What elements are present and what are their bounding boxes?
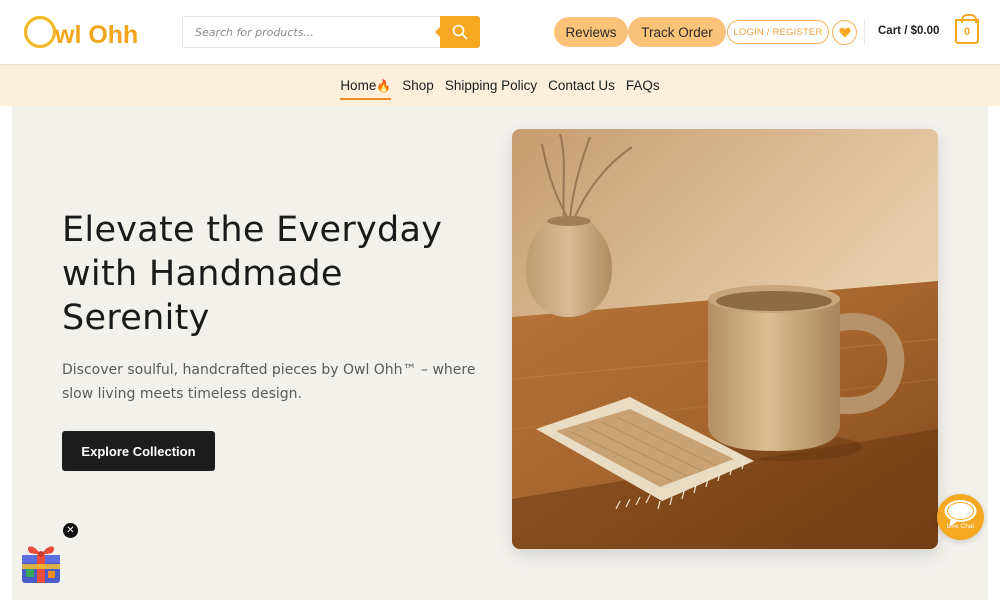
owl-ohh-logo[interactable]: wl Ohh xyxy=(14,12,156,52)
nav-item-shipping-policy[interactable]: Shipping Policy xyxy=(445,65,537,107)
search-icon xyxy=(452,24,468,40)
hero-title-line: Elevate the Everyday xyxy=(62,210,443,250)
hero-title: Elevate the Everyday with Handmade Seren… xyxy=(62,208,492,340)
nav-item-shop[interactable]: Shop xyxy=(402,65,434,107)
cart-link[interactable]: Cart / $0.00 xyxy=(878,25,939,37)
nav-item-home[interactable]: Home🔥 xyxy=(340,65,391,107)
gift-box-icon[interactable] xyxy=(18,537,64,585)
nav-item-contact-us[interactable]: Contact Us xyxy=(548,65,615,107)
header-divider xyxy=(864,20,865,44)
main-nav: Home🔥 Shop Shipping Policy Contact Us FA… xyxy=(0,64,1000,106)
hero-title-line: with Handmade xyxy=(62,254,343,294)
track-order-button[interactable]: Track Order xyxy=(628,17,726,47)
search-input[interactable] xyxy=(183,17,439,47)
cart-count-icon[interactable]: 0 xyxy=(955,14,979,44)
fire-icon: 🔥 xyxy=(376,79,392,93)
nav-item-home-label: Home xyxy=(340,78,377,93)
hero-title-line: Serenity xyxy=(62,298,210,338)
chat-bubble-icon xyxy=(944,500,977,527)
hero-image-mug-coaster xyxy=(512,129,938,549)
search-bar xyxy=(182,16,480,48)
hero-section: Elevate the Everyday with Handmade Seren… xyxy=(12,106,988,600)
reviews-button[interactable]: Reviews xyxy=(554,17,628,47)
live-chat-button[interactable]: Live Chat xyxy=(937,494,984,540)
gift-close-button[interactable]: ✕ xyxy=(63,523,78,538)
nav-item-faqs[interactable]: FAQs xyxy=(626,65,660,107)
hero-subtitle: Discover soulful, handcrafted pieces by … xyxy=(62,362,476,402)
heart-icon xyxy=(838,27,851,38)
live-chat-label: Live Chat xyxy=(946,523,975,530)
explore-collection-button[interactable]: Explore Collection xyxy=(62,431,215,471)
wishlist-button[interactable] xyxy=(832,20,857,45)
site-header: wl Ohh Reviews Track Order LOGIN / REGIS… xyxy=(0,0,1000,64)
svg-text:wl Ohh: wl Ohh xyxy=(54,21,138,49)
login-register-button[interactable]: LOGIN / REGISTER xyxy=(727,20,829,44)
search-button[interactable] xyxy=(435,16,480,48)
